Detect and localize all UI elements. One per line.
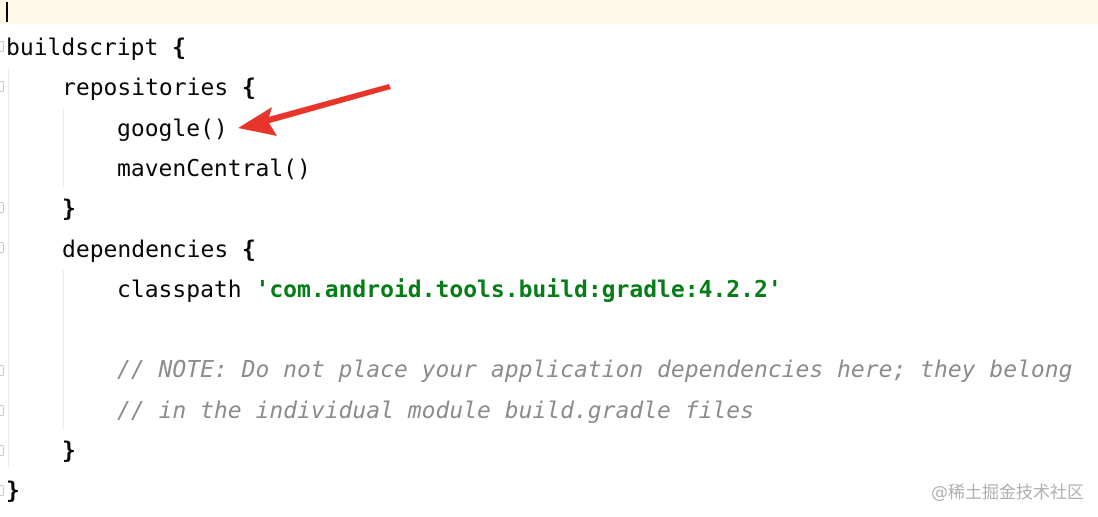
code-line[interactable]: // NOTE: Do not place your application d… [117,350,1072,390]
code-comment: // NOTE: Do not place your application d… [117,357,1073,384]
code-line[interactable]: repositories { [62,68,256,108]
code-brace: } [62,196,76,223]
code-line[interactable]: } [62,431,76,471]
fold-icon[interactable] [0,485,4,496]
code-editor[interactable]: buildscript {repositories {google() maven… [0,0,1098,517]
code-brace: { [228,236,256,263]
indent-guide [63,108,64,188]
code-token: repositories [62,75,229,102]
code-string: 'com.android.tools.build:gradle:4.2.2' [255,276,782,303]
code-line[interactable]: google() [117,109,228,149]
fold-icon[interactable] [0,242,4,253]
code-line[interactable]: // in the individual module build.gradle… [117,391,754,431]
fold-icon[interactable] [0,41,4,52]
code-line[interactable]: } [6,471,20,511]
code-brace: { [228,75,256,102]
code-line[interactable]: dependencies { [62,230,256,270]
arrow-head-icon [238,107,277,136]
code-token: dependencies [62,236,229,263]
indent-guide [63,270,64,430]
code-line[interactable]: mavenCentral() [117,149,311,189]
code-line[interactable]: } [62,189,76,229]
fold-icon[interactable] [0,405,4,416]
code-token: mavenCentral() [117,155,311,182]
code-brace: { [158,35,187,61]
watermark: @稀土掘金技术社区 [931,483,1084,503]
code-brace: } [62,438,76,464]
code-token: buildscript [6,35,159,61]
fold-icon[interactable] [0,81,4,92]
fold-icon[interactable] [0,365,4,376]
code-line[interactable]: classpath 'com.android.tools.build:gradl… [117,270,782,310]
arrow-shaft [250,84,391,128]
indent-guide [8,68,9,468]
fold-icon[interactable] [0,202,4,213]
code-line[interactable]: buildscript { [6,28,186,68]
code-token: google() [117,115,228,142]
editor-gutter [0,0,8,517]
code-comment: // in the individual module build.gradle… [117,397,754,424]
code-token: classpath [117,276,256,303]
fold-icon[interactable] [0,445,4,456]
current-line-highlight [0,0,1098,24]
code-brace: } [6,478,20,505]
